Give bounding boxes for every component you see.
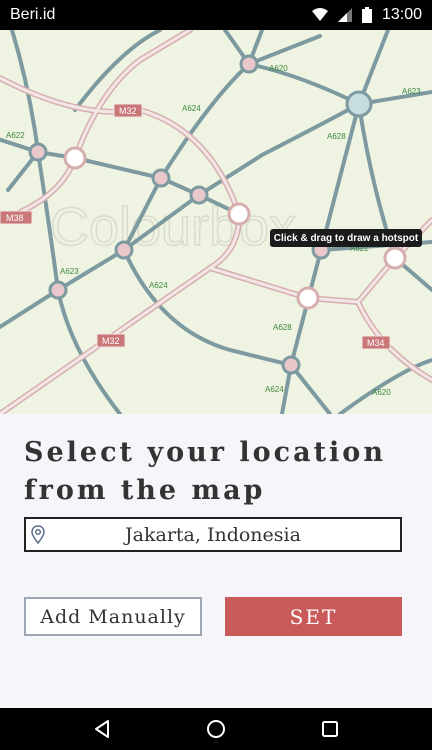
back-button[interactable] — [82, 709, 122, 749]
clock: 13:00 — [381, 6, 422, 23]
road-label: A624 — [265, 385, 284, 394]
navigation-bar — [0, 708, 432, 750]
recents-button[interactable] — [310, 709, 350, 749]
road-label: A620 — [269, 64, 288, 73]
recents-icon — [322, 721, 338, 737]
motorway-label: M32 — [102, 336, 120, 346]
road-label: A628 — [273, 323, 292, 332]
road-label: A622 — [6, 131, 25, 140]
road-label: A628 — [327, 132, 346, 141]
motorway-label: M34 — [367, 338, 385, 348]
wifi-icon — [311, 8, 328, 21]
map-watermark: Colourbox — [50, 197, 296, 257]
hotspot-tooltip: Click & drag to draw a hotspot — [270, 229, 422, 247]
road-map[interactable]: Colourbox A620 A623 A624 A628 A622 A623 … — [0, 30, 432, 414]
road-label: A624 — [149, 281, 168, 290]
road-label: A623 — [60, 267, 79, 276]
home-icon — [207, 720, 225, 738]
location-value: Jakarta, Indonesia — [125, 523, 301, 546]
add-manually-button[interactable]: Add Manually — [24, 597, 202, 636]
home-button[interactable] — [196, 709, 236, 749]
battery-icon — [361, 7, 372, 23]
set-button[interactable]: SET — [225, 597, 402, 636]
road-label: A624 — [182, 104, 201, 113]
road-label: A623 — [402, 87, 421, 96]
page-title: Select your location from the map — [24, 437, 386, 506]
status-icons: 13:00 — [311, 6, 422, 24]
map-view[interactable]: Colourbox A620 A623 A624 A628 A622 A623 … — [0, 30, 432, 414]
location-input[interactable]: Jakarta, Indonesia — [24, 517, 402, 552]
location-pin-icon — [31, 525, 45, 545]
road-label: A620 — [372, 388, 391, 397]
motorway-label: M38 — [6, 213, 24, 223]
signal-icon — [337, 8, 352, 22]
back-icon — [95, 720, 109, 738]
location-panel: Select your location from the map Jakart… — [0, 414, 432, 708]
motorway-label: M32 — [119, 106, 137, 116]
app-name: Beri.id — [10, 6, 56, 23]
status-bar: Beri.id 13:00 — [0, 0, 432, 30]
